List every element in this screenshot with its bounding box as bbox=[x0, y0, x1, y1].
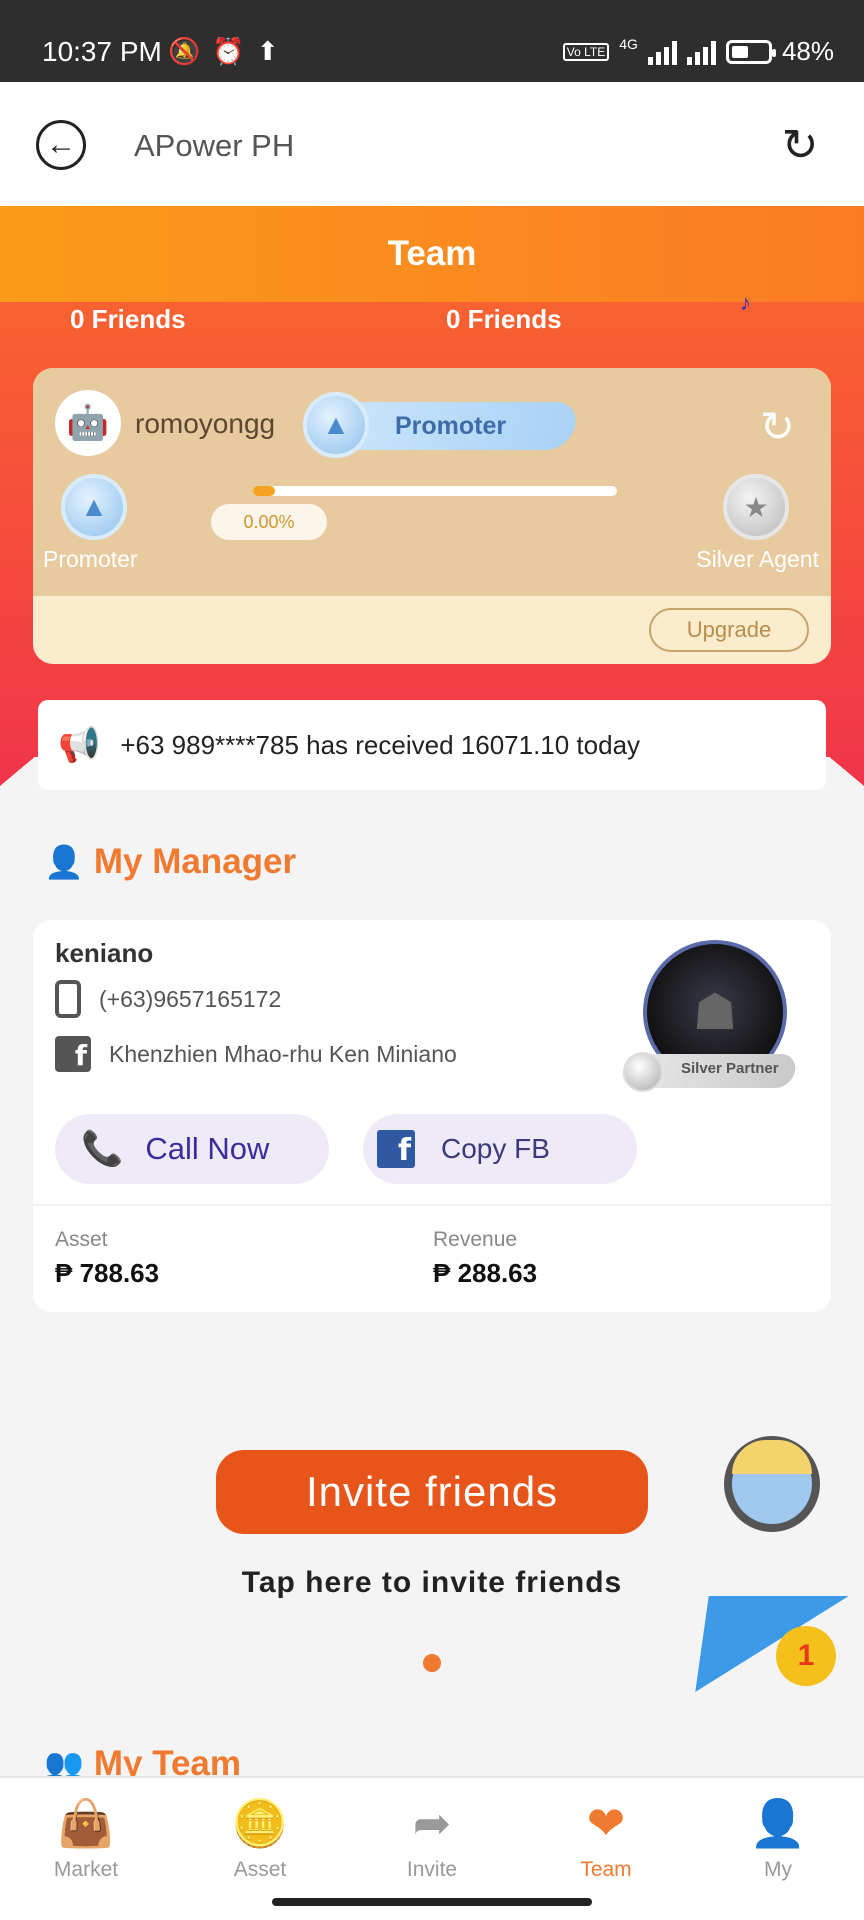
volte-icon: Vo LTE bbox=[562, 42, 610, 61]
refresh-icon: ↻ bbox=[781, 121, 819, 170]
status-bar: 10:37 PM 🔕 ⏰ ⬆ Vo LTE 4G 48% bbox=[0, 0, 864, 82]
call-now-label: Call Now bbox=[145, 1131, 270, 1166]
tab-asset-label: Asset bbox=[233, 1858, 287, 1881]
tab-team-label: Team bbox=[580, 1858, 632, 1881]
tab-invite-label: Invite bbox=[406, 1858, 458, 1881]
call-now-button[interactable]: 📞 Call Now bbox=[55, 1114, 329, 1184]
friends-count-left: 0 Friends bbox=[70, 304, 186, 334]
facebook-icon: f bbox=[55, 1036, 91, 1072]
tab-asset[interactable]: 🪙 Asset bbox=[200, 1798, 320, 1882]
level-refresh-icon[interactable]: ↻ bbox=[760, 402, 795, 451]
upload-icon: ⬆ bbox=[256, 36, 279, 66]
manager-phone-row: (+63)9657165172 bbox=[55, 980, 281, 1018]
phone-icon bbox=[55, 980, 81, 1018]
partner-badge-label: Silver Partner bbox=[681, 1060, 779, 1077]
arrow-left-icon: ← bbox=[46, 128, 76, 161]
user-plus-icon: 👤 bbox=[44, 844, 84, 880]
tab-my-label: My bbox=[764, 1858, 792, 1881]
battery-icon bbox=[725, 39, 776, 64]
status-notification-icons: 🔕 ⏰ ⬆ bbox=[168, 36, 279, 67]
progress-percent: 0.00% bbox=[211, 504, 327, 540]
invite-friends-button[interactable]: Invite friends bbox=[216, 1450, 648, 1534]
level-card: 🤖 romoyongg ▲ Promoter ↻ ▲ ★ Promoter Si… bbox=[33, 368, 831, 664]
announcement-text: +63 989****785 has received 16071.10 tod… bbox=[120, 729, 641, 760]
announcement-bar: 📢 +63 989****785 has received 16071.10 t… bbox=[38, 700, 826, 790]
current-level: Promoter bbox=[395, 412, 507, 440]
tab-market[interactable]: 👜 Market bbox=[26, 1798, 146, 1882]
tab-invite[interactable]: ➦ Invite bbox=[372, 1798, 492, 1882]
promoter-medal-icon: ▲ bbox=[303, 392, 369, 458]
level-label-left: Promoter bbox=[43, 546, 138, 572]
manager-card: keniano (+63)9657165172 f Khenzhien Mhao… bbox=[33, 920, 831, 1312]
friends-count-right: 0 Friends bbox=[446, 304, 562, 334]
tab-team[interactable]: ❤ Team bbox=[546, 1798, 666, 1882]
status-time: 10:37 PM bbox=[42, 36, 162, 67]
back-button[interactable]: ← bbox=[36, 120, 86, 170]
level-progress-fill bbox=[253, 486, 275, 496]
copy-fb-label: Copy FB bbox=[441, 1133, 550, 1164]
promoter-medal-icon-left: ▲ bbox=[61, 474, 127, 540]
asset-label: Asset bbox=[55, 1228, 108, 1251]
manager-phone: (+63)9657165172 bbox=[99, 985, 282, 1012]
status-right: Vo LTE 4G 48% bbox=[562, 36, 834, 67]
manager-name: keniano bbox=[55, 938, 154, 968]
manager-facebook-row: f Khenzhien Mhao-rhu Ken Miniano bbox=[55, 1036, 457, 1072]
app-title: APower PH bbox=[134, 128, 295, 163]
facebook-icon: f bbox=[377, 1130, 415, 1168]
bag-icon: 👜 bbox=[57, 1797, 115, 1849]
silver-medal-icon bbox=[623, 1052, 663, 1092]
revenue-label: Revenue bbox=[433, 1228, 518, 1251]
battery-fill bbox=[731, 45, 749, 58]
revenue-value: ₱ 288.63 bbox=[433, 1258, 538, 1288]
heart-handshake-icon: ❤ bbox=[586, 1797, 626, 1849]
tab-market-label: Market bbox=[53, 1858, 119, 1881]
my-manager-label: My Manager bbox=[93, 842, 297, 881]
network-label: 4G bbox=[619, 36, 638, 52]
tab-my[interactable]: 👤 My bbox=[718, 1798, 838, 1882]
silver-agent-medal-icon: ★ bbox=[723, 474, 789, 540]
robot-avatar-icon: 🤖 bbox=[66, 404, 110, 442]
asset-value: ₱ 788.63 bbox=[55, 1258, 160, 1288]
my-manager-title: 👤 My Manager bbox=[44, 842, 296, 882]
music-note-icon: ♪ bbox=[740, 290, 751, 315]
user-icon: 👤 bbox=[749, 1797, 807, 1849]
hooded-figure-icon: ☗ bbox=[692, 984, 738, 1040]
invite-hint[interactable]: Tap here to invite friends bbox=[0, 1566, 864, 1600]
signal-icon-2 bbox=[686, 39, 716, 65]
carousel-dot bbox=[423, 1654, 441, 1672]
reload-button[interactable]: ↻ bbox=[774, 120, 826, 172]
level-label-right: Silver Agent bbox=[696, 546, 819, 572]
signal-icon bbox=[647, 39, 677, 65]
avatar[interactable]: 🤖 bbox=[55, 390, 121, 456]
megaphone-icon: 📢 bbox=[58, 726, 101, 764]
phone-call-icon: 📞 bbox=[81, 1130, 124, 1168]
share-icon: ➦ bbox=[412, 1797, 452, 1849]
manager-facebook: Khenzhien Mhao-rhu Ken Miniano bbox=[109, 1040, 457, 1067]
copy-fb-button[interactable]: f Copy FB bbox=[363, 1114, 637, 1184]
team-banner: Team bbox=[0, 206, 864, 302]
alarm-icon: ⏰ bbox=[212, 36, 245, 66]
username: romoyongg bbox=[135, 408, 276, 439]
app-header: ← APower PH ↻ bbox=[0, 82, 864, 206]
battery-percent: 48% bbox=[781, 36, 834, 66]
level-progress-bar bbox=[253, 486, 617, 496]
upgrade-button[interactable]: Upgrade bbox=[649, 608, 809, 652]
customer-service-icon[interactable] bbox=[706, 1416, 840, 1546]
home-indicator bbox=[272, 1898, 592, 1906]
coins-icon: 🪙 bbox=[231, 1797, 289, 1849]
plane-badge: 1 bbox=[776, 1626, 836, 1686]
divider bbox=[33, 1204, 831, 1206]
mute-icon: 🔕 bbox=[168, 36, 201, 66]
paper-plane-icon[interactable]: 1 bbox=[695, 1596, 849, 1696]
